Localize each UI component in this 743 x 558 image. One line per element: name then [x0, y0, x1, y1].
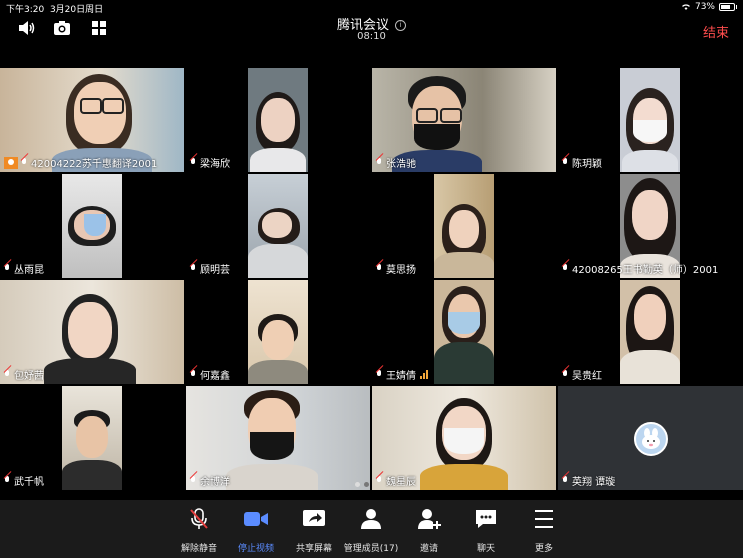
participant-name-label: 魏星辰: [376, 473, 416, 488]
chat-icon: [476, 510, 496, 528]
participant-video: [248, 68, 308, 172]
muted-mic-icon: [376, 476, 383, 485]
muted-mic-icon: [190, 158, 197, 167]
muted-mic-icon: [376, 264, 383, 273]
participant-name-label: 英翔 谭璇: [562, 473, 615, 488]
participant-tile[interactable]: 何嘉鑫: [186, 280, 370, 384]
participant-name-label: 王婧倩: [376, 367, 428, 382]
participant-name: 王婧倩: [386, 371, 416, 382]
participant-tile[interactable]: 42004222苏千惠翻译2001: [0, 68, 184, 172]
muted-mic-icon: [190, 370, 197, 379]
participant-video: [248, 174, 308, 278]
participant-video: [248, 280, 308, 384]
meeting-timer: 08:10: [357, 31, 386, 42]
participant-tile[interactable]: 包妤茜: [0, 280, 184, 384]
participant-tile[interactable]: 吴贵红: [558, 280, 743, 384]
info-icon[interactable]: i: [395, 20, 406, 31]
participant-tile[interactable]: 顾明芸: [186, 174, 370, 278]
participant-name: 梁海欣: [200, 159, 230, 170]
page-indicator[interactable]: [355, 482, 369, 487]
muted-mic-icon: [562, 370, 569, 379]
participant-name: 英翔 谭璇: [572, 477, 616, 488]
cartoon-avatar-icon: [642, 428, 660, 449]
participant-name-label: 何嘉鑫: [190, 367, 230, 382]
host-badge-icon: [4, 156, 18, 169]
participant-tile[interactable]: 张浩驰: [372, 68, 556, 172]
muted-mic-icon: [562, 476, 569, 485]
participant-name: 魏星辰: [386, 477, 416, 488]
participant-video: [62, 174, 122, 278]
participant-name-label: 梁海欣: [190, 155, 230, 170]
participant-name-label: 莫思扬: [376, 261, 416, 276]
participant-name: 武千帆: [14, 477, 44, 488]
participant-tile[interactable]: 42008265王书勤英（师）2001: [558, 174, 743, 278]
participant-name: 张浩驰: [386, 159, 416, 170]
participant-name-label: 武千帆: [4, 473, 44, 488]
participant-name: 余博洋: [200, 477, 230, 488]
participant-tile[interactable]: 丛雨昆: [0, 174, 184, 278]
participant-name: 莫思扬: [386, 265, 416, 276]
participant-video: [434, 174, 494, 278]
muted-mic-icon: [562, 158, 569, 167]
end-meeting-button[interactable]: 结束: [703, 22, 729, 41]
battery-percent: 73%: [694, 2, 715, 12]
participant-tile[interactable]: 王婧倩: [372, 280, 556, 384]
participant-tile[interactable]: 陈玥颖: [558, 68, 743, 172]
participant-tile[interactable]: 梁海欣: [186, 68, 370, 172]
muted-mic-icon: [562, 264, 569, 273]
share-screen-icon: [303, 510, 325, 526]
participant-name: 丛雨昆: [14, 265, 44, 276]
wifi-icon: [682, 4, 690, 10]
avatar: [634, 422, 668, 456]
more-icon: [535, 510, 553, 528]
participant-name-label: 吴贵红: [562, 367, 602, 382]
participant-video: [620, 68, 680, 172]
muted-mic-icon: [190, 264, 197, 273]
unmute-mic-icon: [190, 508, 208, 529]
speaking-indicator-icon: [420, 370, 428, 379]
more-label: 更多: [534, 544, 553, 554]
participant-tile[interactable]: 莫思扬: [372, 174, 556, 278]
page-dot[interactable]: [364, 482, 369, 487]
page-dot[interactable]: [355, 482, 360, 487]
participant-name-label: 包妤茜: [4, 367, 44, 382]
participant-name-label: 顾明芸: [190, 261, 230, 276]
participant-tile[interactable]: 武千帆: [0, 386, 184, 490]
participant-name-label: 余博洋: [190, 473, 230, 488]
muted-mic-icon: [4, 476, 11, 485]
participant-video: [62, 386, 122, 490]
participant-tile[interactable]: 魏星辰: [372, 386, 556, 490]
status-right: 73%: [681, 2, 737, 12]
bottom-toolbar: 解除静音 停止视频 共享屏幕 管理成员(17) 邀请 聊天 更多: [0, 500, 743, 558]
muted-mic-icon: [376, 370, 383, 379]
participant-name-label: 42008265王书勤英（师）2001: [562, 261, 718, 276]
participant-video: [620, 280, 680, 384]
participant-tile[interactable]: 余博洋: [186, 386, 370, 490]
participant-name: 包妤茜: [14, 371, 44, 382]
muted-mic-icon: [190, 476, 197, 485]
participant-name: 42008265王书勤英（师）2001: [572, 265, 719, 276]
participant-tile[interactable]: 英翔 谭璇: [558, 386, 743, 490]
muted-mic-icon: [4, 370, 11, 379]
participant-video: [434, 280, 494, 384]
muted-mic-icon: [4, 264, 11, 273]
participant-name-label: 丛雨昆: [4, 261, 44, 276]
participant-name: 顾明芸: [200, 265, 230, 276]
muted-mic-icon: [21, 158, 28, 167]
battery-icon: [719, 3, 737, 11]
participant-name-label: 张浩驰: [376, 155, 416, 170]
video-camera-icon: [244, 512, 268, 526]
more-button[interactable]: 更多: [509, 508, 579, 554]
participant-name: 何嘉鑫: [200, 371, 230, 382]
members-icon: [361, 509, 381, 529]
invite-icon: [418, 509, 441, 529]
participant-name: 吴贵红: [572, 371, 602, 382]
participant-name-label: 42004222苏千惠翻译2001: [4, 155, 157, 170]
participant-name: 42004222苏千惠翻译2001: [31, 159, 158, 170]
muted-mic-icon: [376, 158, 383, 167]
participant-name: 陈玥颖: [572, 159, 602, 170]
meeting-header: 腾讯会议 i 08:10 结束: [0, 12, 743, 46]
participant-name-label: 陈玥颖: [562, 155, 602, 170]
